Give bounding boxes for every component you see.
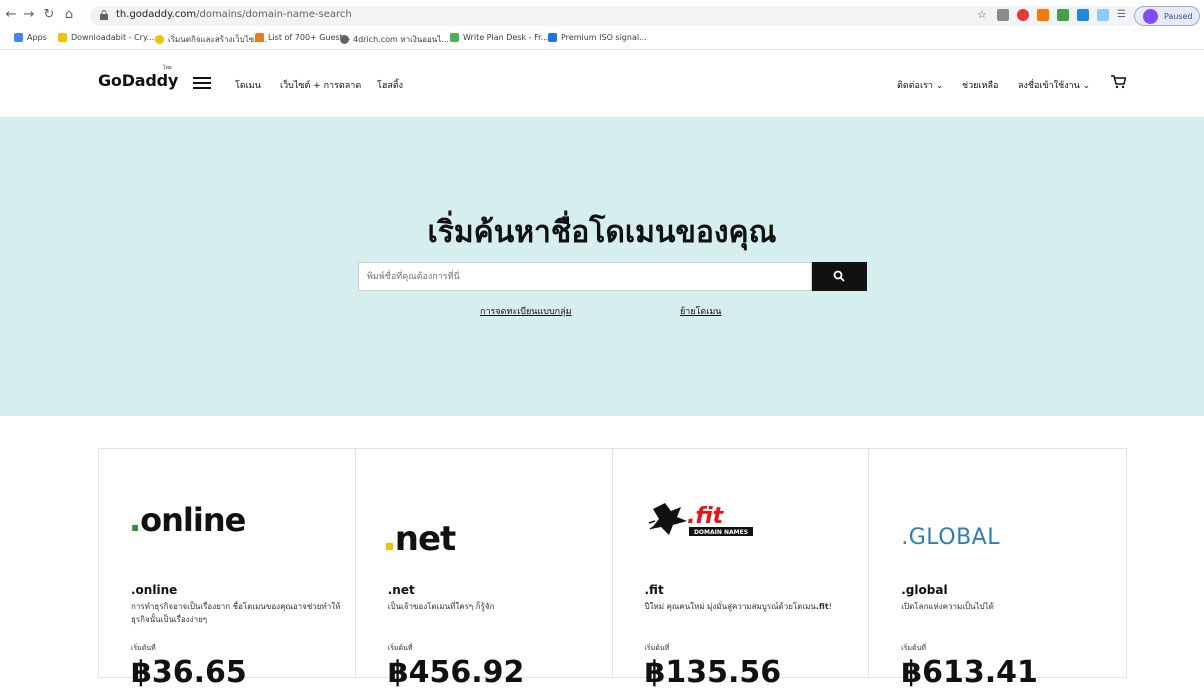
bulk-registration-link[interactable]: การจดทะเบียนแบบกลุ่ม [480, 304, 572, 318]
domain-card-global[interactable]: .GLOBAL .global เปิดโลกแห่งความเป็นไปได้… [869, 449, 1126, 690]
sign-in-menu[interactable]: ลงชื่อเข้าใช้งาน ⌄ [1018, 78, 1090, 92]
bookmark-item[interactable]: เริ่มนตกิจและสร้างเว็บไซต์... [155, 33, 267, 46]
url-text: th.godaddy.com/domains/domain-name-searc… [116, 9, 352, 20]
star-icon[interactable]: ☆ [977, 9, 989, 21]
bookmark-icon [548, 33, 557, 42]
domain-search-input[interactable] [358, 262, 812, 291]
help-link[interactable]: ช่วยเหลือ [962, 78, 998, 92]
tld-name: .online [131, 583, 178, 597]
domain-card-net[interactable]: net .net เป็นเจ้าของโดเมนที่ใครๆ ก็รู้จั… [356, 449, 613, 690]
price-from-label: เริ่มต้นที่ [387, 644, 413, 652]
hero-section: เริ่มค้นหาชื่อโดเมนของคุณ การจดทะเบียนแบ… [0, 117, 1204, 416]
price-from-label: เริ่มต้นที่ [901, 644, 926, 652]
bookmark-item[interactable]: 4drich.com หาเงินออนไ... [340, 33, 449, 46]
tld-name: .fit [644, 583, 664, 597]
extension-icon[interactable] [1057, 9, 1069, 21]
forward-icon[interactable]: → [22, 8, 36, 22]
search-icon [833, 270, 845, 282]
fox-icon[interactable] [1037, 9, 1049, 21]
tld-name: .net [387, 583, 415, 597]
net-logo: net [385, 519, 456, 559]
menu-icon[interactable] [193, 77, 211, 89]
apps-icon [14, 33, 23, 42]
avatar [1143, 8, 1158, 24]
domain-cards: .online .online การทำธุรกิจอาจเป็นเรื่อง… [98, 448, 1127, 690]
bookmarks-bar: Apps Downloadabit - Cry... เริ่มนตกิจและ… [0, 30, 1204, 50]
tld-price: ฿613.41 [901, 655, 1038, 690]
nav-domains[interactable]: โดเมน [235, 78, 261, 92]
svg-text:DOMAIN NAMES: DOMAIN NAMES [693, 529, 747, 536]
bookmark-item[interactable]: Premium ISO signal... [548, 33, 647, 42]
smile-icon [155, 35, 164, 44]
domain-card-fit[interactable]: .fit DOMAIN NAMES .fit ปีใหม่ คุณคนใหม่ … [613, 449, 870, 690]
extension-icon[interactable] [1097, 9, 1109, 21]
godaddy-logo[interactable]: GoDaddy [98, 71, 178, 90]
tld-price: ฿135.56 [644, 655, 782, 690]
transfer-domain-link[interactable]: ย้ายโดเมน [680, 304, 721, 318]
browser-toolbar: ← → ↻ ⌂ th.godaddy.com/domains/domain-na… [0, 0, 1204, 30]
svg-text:.fit: .fit [687, 504, 725, 529]
back-icon[interactable]: ← [4, 8, 18, 22]
globe-icon [340, 35, 349, 44]
tld-name: .global [901, 583, 948, 597]
hero-title: เริ่มค้นหาชื่อโดเมนของคุณ [427, 215, 777, 250]
tld-description: เปิดโลกแห่งความเป็นไปได้ [901, 602, 994, 611]
extension-icon[interactable] [997, 9, 1009, 21]
price-from-label: เริ่มต้นที่ [131, 644, 156, 652]
global-logo: .GLOBAL [901, 525, 1000, 550]
home-icon[interactable]: ⌂ [62, 8, 76, 22]
nav-websites-marketing[interactable]: เว็บไซต์ + การตลาด [280, 78, 361, 92]
nav-hosting[interactable]: โฮสติ้ง [377, 78, 403, 92]
cart-icon[interactable] [1110, 75, 1126, 89]
extension-icon[interactable] [1017, 9, 1029, 21]
online-logo: .online [129, 501, 246, 539]
tld-price: ฿456.92 [387, 655, 525, 690]
extension-icons: ☆ ☰ [977, 9, 1129, 21]
tld-description: ปีใหม่ คุณคนใหม่ มุ่งมั่นสู่ความสมบูรณ์ด… [644, 602, 832, 611]
reload-icon[interactable]: ↻ [42, 8, 56, 22]
contact-menu[interactable]: ติดต่อเรา ⌄ [897, 78, 943, 92]
bookmark-item[interactable]: Write Plan Desk - Fr... [450, 33, 548, 42]
tld-description: เป็นเจ้าของโดเมนที่ใครๆ ก็รู้จัก [387, 602, 495, 611]
search-button[interactable] [812, 262, 867, 291]
price-from-label: เริ่มต้นที่ [644, 644, 670, 652]
profile-button[interactable]: Paused [1134, 6, 1200, 26]
tld-description: การทำธุรกิจอาจเป็นเรื่องยาก ชื่อโดเมนของ… [131, 602, 341, 624]
fit-logo: .fit DOMAIN NAMES [648, 503, 753, 536]
extension-icon[interactable] [1077, 9, 1089, 21]
bookmark-icon [255, 33, 264, 42]
bitcoin-icon [58, 33, 67, 42]
bookmark-apps[interactable]: Apps [14, 33, 47, 42]
bookmark-item[interactable]: Downloadabit - Cry... [58, 33, 154, 42]
bookmark-item[interactable]: List of 700+ Guest... [255, 33, 350, 42]
site-header: GoDaddy ไทย โดเมน เว็บไซต์ + การตลาด โฮส… [0, 51, 1204, 117]
reading-list-icon[interactable]: ☰ [1117, 9, 1129, 21]
domain-card-online[interactable]: .online .online การทำธุรกิจอาจเป็นเรื่อง… [99, 449, 356, 690]
logo-locale: ไทย [163, 65, 172, 71]
bookmark-icon [450, 33, 459, 42]
lock-icon [100, 10, 108, 20]
tld-price: ฿36.65 [131, 655, 247, 690]
